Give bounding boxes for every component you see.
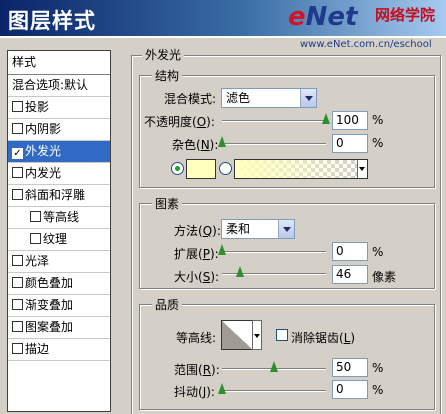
size-slider-thumb[interactable]: [236, 266, 245, 277]
jitter-label: 抖动(J):: [174, 385, 215, 399]
divider: [0, 36, 446, 38]
checkbox[interactable]: [12, 277, 23, 288]
spread-slider-thumb[interactable]: [217, 244, 227, 255]
style-item[interactable]: 渐变叠加: [8, 295, 110, 317]
style-item-label: 光泽: [25, 254, 50, 268]
noise-unit: %: [372, 136, 384, 150]
style-item-label: 斜面和浮雕: [25, 188, 86, 202]
chevron-down-icon: [300, 89, 316, 107]
noise-slider-thumb[interactable]: [217, 136, 227, 147]
style-item-label: 投影: [25, 100, 50, 114]
blend-options-item[interactable]: 混合选项:默认: [8, 75, 110, 97]
checkbox[interactable]: [12, 189, 23, 200]
style-item-label: 内发光: [25, 166, 62, 180]
method-select[interactable]: 柔和: [221, 219, 295, 239]
checkbox[interactable]: [12, 101, 23, 112]
blend-mode-select[interactable]: 滤色: [221, 88, 317, 108]
style-item[interactable]: 光泽: [8, 251, 110, 273]
style-item-label: 等高线: [43, 210, 80, 224]
window-title: 图层样式: [8, 9, 96, 33]
size-label: 大小(S):: [174, 270, 220, 284]
size-input[interactable]: 46: [332, 265, 368, 284]
jitter-input[interactable]: 0: [332, 380, 368, 399]
jitter-slider-track[interactable]: [222, 390, 326, 392]
style-item[interactable]: 斜面和浮雕: [8, 185, 110, 207]
opacity-input[interactable]: 100: [332, 111, 368, 130]
opacity-unit: %: [372, 113, 384, 127]
style-item-label: 内阴影: [25, 122, 62, 136]
method-label: 方法(Q):: [174, 224, 221, 238]
title-bar: 图层样式 eNet 网络学院: [0, 0, 446, 36]
checkbox[interactable]: [12, 321, 23, 332]
style-item-label: 颜色叠加: [25, 276, 74, 290]
noise-input[interactable]: 0: [332, 134, 368, 153]
checkbox[interactable]: [30, 233, 41, 244]
jitter-slider-thumb[interactable]: [217, 383, 227, 394]
glow-gradient-picker[interactable]: [234, 159, 368, 179]
jitter-unit: %: [372, 383, 384, 397]
spread-slider-track[interactable]: [222, 251, 326, 253]
spread-label: 扩展(P):: [174, 247, 219, 261]
chevron-down-icon: [357, 160, 367, 178]
solid-color-radio[interactable]: [171, 162, 184, 175]
contour-preview[interactable]: [221, 320, 253, 350]
style-item[interactable]: 内发光: [8, 163, 110, 185]
style-item-label: 图案叠加: [25, 320, 74, 334]
gradient-radio[interactable]: [219, 162, 232, 175]
style-item[interactable]: 图案叠加: [8, 317, 110, 339]
checkbox[interactable]: [12, 123, 23, 134]
style-item-label: 描边: [25, 342, 50, 356]
checkbox-checked[interactable]: ✓: [12, 148, 23, 159]
structure-title: 结构: [152, 67, 183, 84]
style-item[interactable]: 纹理: [8, 229, 110, 251]
style-item[interactable]: 等高线: [8, 207, 110, 229]
watermark-logo: eNet: [288, 2, 358, 32]
range-label: 范围(R):: [174, 363, 220, 377]
opacity-slider-track[interactable]: [222, 120, 326, 122]
style-item[interactable]: 描边: [8, 339, 110, 361]
checkbox[interactable]: [12, 255, 23, 266]
chevron-down-icon[interactable]: [252, 320, 262, 350]
style-item-label: 渐变叠加: [25, 298, 74, 312]
style-item[interactable]: 投影: [8, 97, 110, 119]
style-item[interactable]: 内阴影: [8, 119, 110, 141]
quality-title: 品质: [152, 296, 183, 313]
elements-title: 图素: [152, 195, 183, 212]
style-item-label: 外发光: [25, 144, 62, 158]
style-list-header[interactable]: 样式: [8, 51, 110, 75]
checkbox[interactable]: [12, 343, 23, 354]
checkbox[interactable]: [12, 299, 23, 310]
chevron-down-icon: [278, 220, 294, 238]
noise-label: 杂色(N):: [172, 138, 219, 152]
outer-glow-title: 外发光: [142, 46, 185, 63]
size-unit: 像素: [372, 270, 397, 284]
checkbox[interactable]: [30, 211, 41, 222]
antialias-checkbox[interactable]: [276, 329, 288, 341]
style-item-label: 纹理: [43, 232, 68, 246]
style-list: 样式 混合选项:默认 投影内阴影 ✓ 外发光内发光斜面和浮雕等高线纹理光泽颜色叠加渐…: [7, 50, 111, 412]
glow-color-swatch[interactable]: [186, 159, 216, 179]
contour-label: 等高线:: [176, 331, 217, 345]
style-item[interactable]: 颜色叠加: [8, 273, 110, 295]
range-unit: %: [372, 361, 384, 375]
watermark-url: www.eNet.com.cn/eschool: [300, 39, 432, 50]
opacity-label: 不透明度(O):: [144, 115, 215, 129]
checkbox[interactable]: [12, 167, 23, 178]
range-slider-thumb[interactable]: [269, 361, 279, 372]
blend-mode-label: 混合模式:: [164, 92, 217, 106]
spread-unit: %: [372, 245, 384, 259]
range-input[interactable]: 50: [332, 358, 368, 377]
noise-slider-track[interactable]: [222, 143, 326, 145]
watermark-cn: 网络学院: [375, 6, 436, 24]
style-item[interactable]: ✓ 外发光: [8, 141, 110, 163]
opacity-slider-thumb[interactable]: [321, 113, 331, 124]
antialias-label: 消除锯齿(L): [291, 331, 356, 345]
spread-input[interactable]: 0: [332, 242, 368, 261]
